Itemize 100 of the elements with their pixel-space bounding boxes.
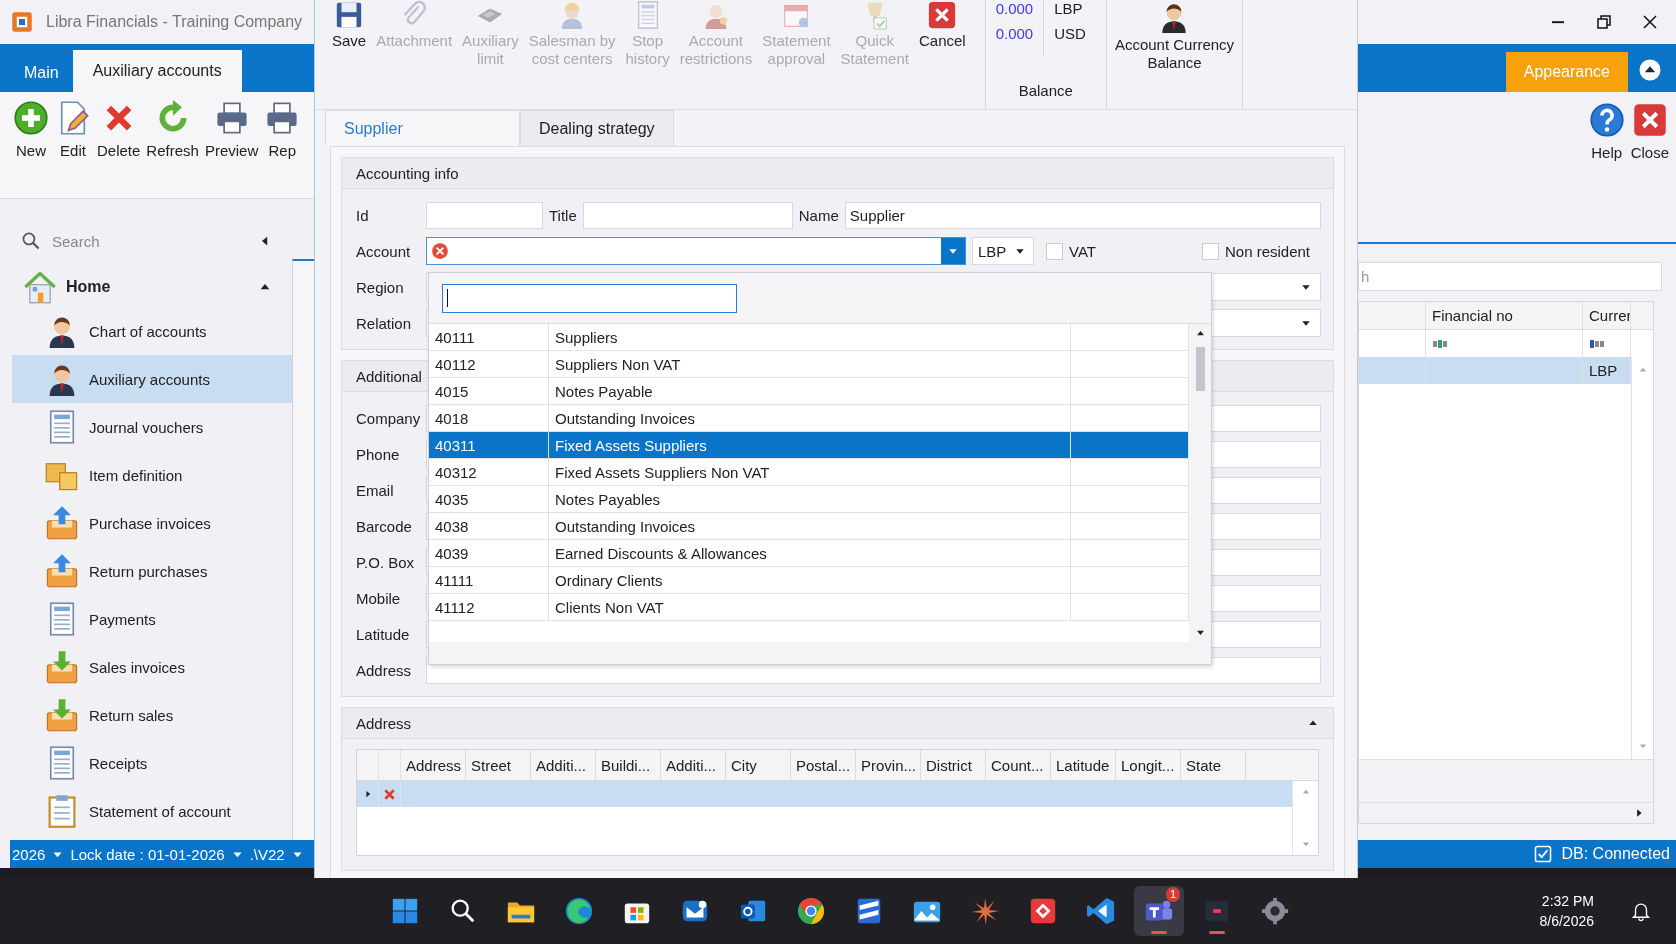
list-row[interactable]: 40311 Fixed Assets Suppliers	[429, 432, 1189, 459]
column-header[interactable]: Count...	[986, 750, 1051, 780]
browser-icon	[796, 896, 826, 926]
toolbar-button[interactable]: Cancel	[913, 0, 971, 50]
table-row[interactable]: LBP	[1359, 357, 1631, 384]
status-text: DB: Connected	[1561, 845, 1670, 863]
nav-item[interactable]: Auxiliary accounts	[12, 355, 292, 403]
column-header[interactable]: City	[726, 750, 791, 780]
list-row[interactable]: 41111 Ordinary Clients	[429, 567, 1189, 594]
lock-date-dropdown[interactable]: Lock date : 01-01-2026	[70, 845, 225, 863]
nav-item[interactable]: Statement of account	[12, 787, 292, 835]
close-icon	[1631, 102, 1668, 138]
toolbar-button[interactable]: Help	[1585, 102, 1628, 190]
field-label: Email	[356, 481, 395, 499]
nav-item[interactable]: Payments	[12, 595, 292, 643]
column-header[interactable]: Latitude	[1051, 750, 1116, 780]
list-row[interactable]: 40112 Suppliers Non VAT	[429, 351, 1189, 378]
column-header[interactable]: District	[921, 750, 986, 780]
database-dropdown[interactable]: .\V22	[249, 845, 285, 863]
help-icon	[1588, 102, 1625, 138]
column-header[interactable]: State	[1181, 750, 1246, 780]
tab[interactable]: Dealing strategy	[520, 110, 674, 146]
nav-item[interactable]: Return purchases	[12, 547, 292, 595]
nav-item[interactable]: Receipts	[12, 739, 292, 787]
nav-item[interactable]: Journal vouchers	[12, 403, 292, 451]
tray-download-icon	[44, 697, 80, 733]
section-title: Address	[356, 714, 412, 732]
toolbar-button[interactable]: Save	[327, 0, 372, 50]
currency-code: USD	[1054, 25, 1086, 42]
toolbar-button[interactable]: Account Currency Balance	[1106, 0, 1244, 109]
field-label: Title	[549, 206, 577, 224]
field-label: Account	[356, 242, 412, 260]
clock-date: 8/6/2026	[1539, 913, 1594, 929]
toolbar-button[interactable]: New	[10, 100, 52, 198]
nav-group-header[interactable]: Home	[12, 267, 292, 307]
balance-amount: 0.000	[995, 0, 1034, 17]
list-row[interactable]: 40312 Fixed Assets Suppliers Non VAT	[429, 459, 1189, 486]
list-row[interactable]: 41112 Clients Non VAT	[429, 594, 1189, 621]
field-label: Company	[356, 409, 420, 427]
collapse-icon[interactable]	[1638, 58, 1662, 82]
field-label: Barcode	[356, 517, 413, 535]
input-field[interactable]	[582, 201, 793, 229]
nav-item[interactable]: Sales invoices	[12, 643, 292, 691]
toolbar-button[interactable]: Preview	[201, 100, 262, 198]
logo-icon	[10, 10, 34, 34]
checkbox-label: Non resident	[1224, 242, 1310, 260]
column-header[interactable]: Additi...	[661, 750, 726, 780]
balance-amount: 0.000	[995, 25, 1034, 42]
nav-item[interactable]: Return sales	[12, 691, 292, 739]
field-label: Mobile	[356, 589, 402, 607]
scrollbar[interactable]	[1359, 802, 1653, 823]
column-header[interactable]: Longit...	[1116, 750, 1181, 780]
list-row[interactable]: 4035 Notes Payables	[429, 486, 1189, 513]
scrollbar-thumb[interactable]	[1195, 347, 1205, 391]
scrollbar[interactable]	[1189, 324, 1211, 642]
column-header[interactable]: Financial no	[1426, 302, 1583, 329]
currency-dropdown[interactable]: LBP	[972, 237, 1034, 265]
checkbox[interactable]	[1046, 242, 1063, 260]
column-header[interactable]: Address	[401, 750, 466, 780]
account-combo[interactable]	[426, 237, 966, 265]
column-header[interactable]: Provin...	[856, 750, 921, 780]
nav-item[interactable]: Purchase invoices	[12, 499, 292, 547]
tray-download-icon	[44, 649, 80, 685]
ribbon-tab[interactable]: Auxiliary accounts	[72, 50, 242, 92]
list-row[interactable]: 4039 Earned Discounts & Allowances	[429, 540, 1189, 567]
tab[interactable]: Supplier	[325, 110, 520, 146]
toolbar-button[interactable]: Close	[1627, 102, 1672, 190]
checkbox-label: VAT	[1069, 242, 1096, 260]
year-dropdown[interactable]: 2026	[12, 845, 46, 863]
taskbar-button[interactable]: 1	[1134, 886, 1184, 936]
field-label: Latitude	[356, 625, 411, 643]
gear-icon	[1260, 896, 1290, 926]
list-row[interactable]: 4038 Outstanding Invoices	[429, 513, 1189, 540]
nav-item[interactable]: Item definition	[12, 451, 292, 499]
clock-time: 2:32 PM	[1541, 893, 1594, 909]
toolbar-button[interactable]: Delete	[94, 100, 144, 198]
list-row[interactable]: 40111 Suppliers	[429, 324, 1189, 351]
currency-code: LBP	[1054, 0, 1084, 17]
input-field[interactable]: Supplier	[844, 201, 1321, 229]
toolbar-button[interactable]: Edit	[52, 100, 94, 198]
list-row[interactable]: 4015 Notes Payable	[429, 378, 1189, 405]
window-title: Libra Financials - Training Company	[46, 13, 303, 31]
field-label: Region	[356, 278, 405, 296]
field-label: Phone	[356, 445, 401, 463]
nav-item[interactable]: Chart of accounts	[12, 307, 292, 355]
field-label: Id	[356, 206, 370, 224]
ribbon-tab[interactable]: Main	[10, 54, 73, 92]
column-header[interactable]: Street	[466, 750, 531, 780]
column-header[interactable]: Additi...	[531, 750, 596, 780]
caret-icon	[1300, 787, 1311, 797]
search-field[interactable]	[442, 283, 737, 313]
checkbox[interactable]	[1201, 242, 1219, 260]
input-field[interactable]	[426, 201, 543, 229]
tray-upload-icon	[44, 505, 80, 541]
search-icon	[20, 230, 42, 252]
toolbar-button[interactable]: Rep	[261, 100, 304, 198]
column-header[interactable]: Postal...	[791, 750, 856, 780]
toolbar-button[interactable]: Refresh	[143, 100, 202, 198]
column-header[interactable]: Buildi...	[596, 750, 661, 780]
group-label: Balance	[1018, 82, 1073, 101]
